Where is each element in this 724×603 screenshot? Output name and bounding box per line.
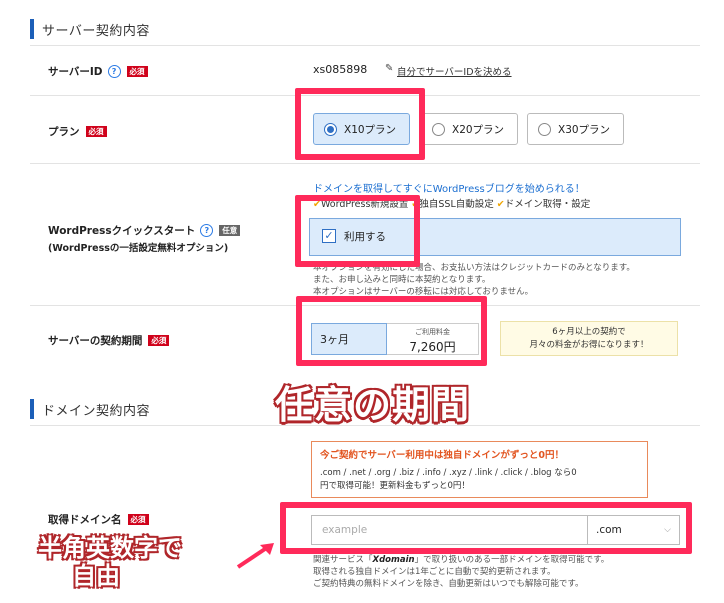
plan-option-x20[interactable]: X20プラン <box>421 113 518 145</box>
highlight-period <box>296 296 487 366</box>
radio-icon <box>432 122 445 136</box>
wordpress-sublabel: (WordPressの一括設定無料オプション) <box>48 243 229 254</box>
plan-option-label: X30プラン <box>558 123 611 136</box>
wordpress-note: 本オプションを有効にした場合、お支払い方法はクレジットカードのみとなります。 ま… <box>313 262 693 298</box>
annotation-line: 半角英数字で <box>37 533 183 563</box>
annotation-domain: 半角英数字で 自由 <box>37 533 183 591</box>
domain-promo-heading: 今ご契約でサーバー利用中は独自ドメインがずっと0円！ <box>320 450 565 461</box>
feature-label: 独自SSL自動設定 <box>419 199 494 210</box>
xdomain-logo: Xdomain <box>372 555 415 565</box>
promo-line: .com / .net / .org / .biz / .info / .xyz… <box>320 468 577 478</box>
optional-badge: 任意 <box>219 224 241 237</box>
plan-option-label: X20プラン <box>452 123 505 136</box>
note-line: 取得される独自ドメインは1年ごとに自動で契約更新されます。 <box>313 567 556 577</box>
wordpress-label: WordPressクイックスタート <box>48 225 196 237</box>
required-badge: 必須 <box>126 65 148 78</box>
feature-label: ドメイン取得・設定 <box>504 199 591 210</box>
domain-label-row: 取得ドメイン名 必須 <box>48 512 149 527</box>
hint-line: 6ヶ月以上の契約で <box>552 327 626 337</box>
help-icon[interactable]: ? <box>200 224 214 237</box>
annotation-period: 任意の期間 <box>274 382 471 429</box>
arrow-icon <box>236 543 274 569</box>
period-label: サーバーの契約期間 <box>48 335 143 347</box>
promo-line: 円で取得可能！更新料金もずっと0円！ <box>320 481 470 491</box>
section-accent-bar <box>30 399 34 419</box>
highlight-wordpress <box>295 195 420 267</box>
pencil-icon: ✎ <box>385 63 394 74</box>
check-icon: ✔ <box>496 199 505 210</box>
section-title: ドメイン契約内容 <box>42 403 151 419</box>
hint-line: 月々の料金がお得になります！ <box>529 340 649 350</box>
domain-label: 取得ドメイン名 <box>48 514 122 526</box>
domain-note: 関連サービス「Xdomain」で取り扱いのある一部ドメインを取得可能です。 取得… <box>313 554 693 590</box>
wordpress-promo-text: ドメインを取得してすぐにWordPressブログを始められる！ <box>313 184 585 195</box>
server-id-label-row: サーバーID ? 必須 <box>48 64 148 79</box>
plan-label: プラン <box>48 126 80 138</box>
wordpress-label-row: WordPressクイックスタート ? 任意 <box>48 223 241 238</box>
note-prefix: 関連サービス「 <box>313 555 373 565</box>
note-line: ご契約特典の無料ドメインを除き、自動更新はいつでも解除可能です。 <box>313 579 584 589</box>
required-badge: 必須 <box>85 125 107 138</box>
divider <box>30 45 700 46</box>
required-badge: 必須 <box>148 334 170 347</box>
annotation-line: 自由 <box>71 561 121 591</box>
section-header-domain: ドメイン契約内容 <box>30 398 150 420</box>
domain-promo-body: .com / .net / .org / .biz / .info / .xyz… <box>320 467 639 493</box>
highlight-plan <box>295 88 425 160</box>
section-title: サーバー契約内容 <box>42 23 150 39</box>
radio-icon <box>538 122 551 136</box>
server-id-label: サーバーID <box>48 66 103 78</box>
section-accent-bar <box>30 19 34 39</box>
custom-server-id-link[interactable]: 自分でサーバーIDを決める <box>397 64 512 78</box>
note-suffix: 」で取り扱いのある一部ドメインを取得可能です。 <box>414 555 610 565</box>
plan-option-x30[interactable]: X30プラン <box>527 113 624 145</box>
period-label-row: サーバーの契約期間 必須 <box>48 333 170 348</box>
note-line: 関連サービス「Xdomain」で取り扱いのある一部ドメインを取得可能です。 <box>313 554 693 566</box>
divider <box>30 163 700 164</box>
server-id-value: xs085898 <box>313 63 368 76</box>
required-badge: 必須 <box>127 513 149 526</box>
period-hint-box: 6ヶ月以上の契約で 月々の料金がお得になります！ <box>500 321 678 356</box>
section-header-server: サーバー契約内容 <box>30 18 150 40</box>
domain-promo-box: 今ご契約でサーバー利用中は独自ドメインがずっと0円！ .com / .net /… <box>311 441 648 498</box>
note-line: また、お申し込みと同時に本契約となります。 <box>313 275 491 285</box>
highlight-domain-input <box>280 502 692 554</box>
help-icon[interactable]: ? <box>107 65 121 78</box>
plan-label-row: プラン 必須 <box>48 124 107 139</box>
